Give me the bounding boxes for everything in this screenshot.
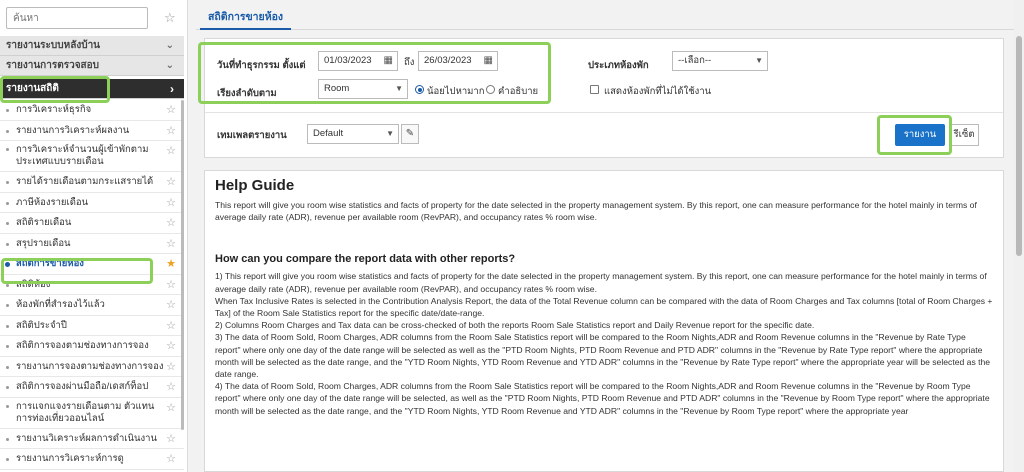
help-paragraph: When Tax Inclusive Rates is selected in … — [215, 295, 993, 319]
menu-item-label: สถิติการจองตามช่องทางการจอง — [16, 340, 149, 351]
tab-room-sale-statistics[interactable]: สถิติการขายห้อง — [200, 8, 292, 30]
star-icon[interactable]: ☆ — [166, 336, 176, 356]
star-icon[interactable]: ☆ — [166, 100, 176, 120]
highlight-box — [0, 76, 110, 103]
help-guide: Help Guide This report will give you roo… — [204, 170, 1004, 472]
star-icon[interactable]: ☆ — [166, 449, 176, 469]
menu-item-label: การวิเคราะห์จำนวนผู้เข้าพักตามประเทศแบบร… — [16, 144, 149, 167]
report-template-label: เทมเพลตรายงาน — [217, 130, 287, 141]
list-item[interactable]: ห้องพักที่สำรองไว้แล้ว ☆ — [0, 295, 184, 316]
list-item[interactable]: การวิเคราะห์ธุรกิจ ☆ — [0, 100, 184, 121]
report-template-select[interactable]: Default ▼ — [307, 124, 399, 144]
scrollbar-thumb[interactable] — [1016, 36, 1022, 256]
star-icon[interactable]: ☆ — [164, 10, 176, 26]
search-input[interactable] — [6, 7, 148, 29]
star-icon[interactable]: ☆ — [166, 357, 176, 377]
chevron-down-icon: ▼ — [386, 129, 394, 138]
list-item[interactable]: สรุปรายเดือน ☆ — [0, 234, 184, 254]
help-paragraph: 1) This report will give you room wise s… — [215, 271, 987, 294]
show-unused-rooms-checkbox[interactable] — [590, 85, 599, 94]
chevron-down-icon: ⌄ — [165, 60, 174, 71]
help-paragraph: 4) The data of Room Sold, Room Charges, … — [215, 381, 990, 416]
tab-bar: สถิติการขายห้อง — [196, 0, 1014, 30]
menu-item-label: รายงานการวิเคราะห์ผลงาน — [16, 124, 130, 136]
star-icon[interactable]: ☆ — [166, 275, 176, 295]
list-item[interactable]: การวิเคราะห์จำนวนผู้เข้าพักตามประเทศแบบร… — [0, 141, 184, 172]
star-icon[interactable]: ☆ — [166, 429, 176, 449]
star-icon[interactable]: ☆ — [166, 141, 176, 161]
divider — [205, 112, 1003, 113]
list-item[interactable]: สถิติประจำปี ☆ — [0, 316, 184, 336]
star-icon[interactable]: ☆ — [166, 234, 176, 254]
help-paragraph: 3) The data of Room Sold, Room Charges, … — [215, 332, 991, 380]
star-icon[interactable]: ☆ — [166, 213, 176, 233]
room-type-label: ประเภทห้องพัก — [588, 60, 649, 71]
list-item[interactable]: สถิติการจองผ่านมือถือ/เดสก์ท็อป ☆ — [0, 377, 184, 398]
group-backoffice-reports[interactable]: รายงานระบบหลังบ้าน ⌄ — [0, 36, 184, 56]
star-icon[interactable]: ☆ — [166, 295, 176, 315]
report-template-value: Default — [313, 128, 344, 139]
page-scrollbar[interactable] — [1014, 0, 1024, 472]
edit-icon[interactable]: ✎ — [401, 124, 419, 144]
highlight-box — [877, 115, 952, 155]
menu-item-label: รายงานการวิเคราะห์การดู — [16, 453, 124, 464]
menu-item-label: สถิติการจองผ่านมือถือ/เดสก์ท็อป — [16, 381, 149, 392]
star-icon[interactable]: ☆ — [166, 121, 176, 141]
menu-item-label: สถิติรายเดือน — [16, 217, 72, 228]
list-item[interactable]: รายได้รายเดือนตามกระแสรายได้ ☆ — [0, 172, 184, 193]
list-item[interactable]: รายงานการวิเคราะห์การดู ☆ — [0, 449, 184, 470]
list-item[interactable]: การแจกแจงรายเดือนตาม ตัวแทนการท่องเที่ยว… — [0, 398, 184, 429]
list-item[interactable]: ภาษีห้องรายเดือน ☆ — [0, 193, 184, 213]
sidebar-search-row: ☆ — [6, 7, 182, 29]
list-item[interactable]: รายงานวิเคราะห์ผลการดำเนินงาน ☆ — [0, 429, 184, 449]
menu-item-label: การแจกแจงรายเดือนตาม ตัวแทนการท่องเที่ยว… — [16, 400, 155, 424]
help-subtitle: How can you compare the report data with… — [215, 253, 516, 266]
group-label: รายงานการตรวจสอบ — [6, 60, 100, 71]
menu-item-label: รายงานการจองตามช่องทางการจอง — [16, 360, 164, 372]
star-icon[interactable]: ☆ — [166, 193, 176, 213]
star-icon[interactable]: ☆ — [166, 316, 176, 336]
menu-item-label: ห้องพักที่สำรองไว้แล้ว — [16, 299, 105, 310]
group-label: รายงานระบบหลังบ้าน — [6, 40, 101, 51]
list-item[interactable]: สถิติการจองตามช่องทางการจอง ☆ — [0, 336, 184, 357]
chevron-right-icon: › — [170, 82, 174, 96]
sidebar-scrollbar[interactable] — [181, 100, 184, 430]
list-item[interactable]: สถิติรายเดือน ☆ — [0, 213, 184, 234]
room-type-select[interactable]: --เลือก-- ▼ — [672, 51, 768, 71]
list-item[interactable]: รายงานการจองตามช่องทางการจอง ☆ — [0, 357, 184, 377]
star-icon[interactable]: ☆ — [166, 377, 176, 397]
group-audit-reports[interactable]: รายงานการตรวจสอบ ⌄ — [0, 56, 184, 76]
star-filled-icon[interactable]: ★ — [166, 254, 176, 274]
help-intro: This report will give you room wise stat… — [215, 200, 977, 223]
menu-item-label: การวิเคราะห์ธุรกิจ — [16, 104, 92, 115]
chevron-down-icon: ▼ — [755, 56, 763, 65]
show-unused-rooms-label: แสดงห้องพักที่ไม่ได้ใช้งาน — [604, 86, 712, 97]
menu-item-label: รายงานวิเคราะห์ผลการดำเนินงาน — [16, 432, 157, 444]
help-title: Help Guide — [215, 177, 295, 194]
star-icon[interactable]: ☆ — [166, 398, 176, 418]
list-item[interactable]: รายงานการวิเคราะห์ผลงาน ☆ — [0, 121, 184, 141]
statistics-menu: การวิเคราะห์ธุรกิจ ☆ รายงานการวิเคราะห์ผล… — [0, 100, 184, 470]
help-paragraph: 2) Columns Room Charges and Tax data can… — [215, 320, 815, 331]
reset-button[interactable]: รีเซ็ต — [949, 124, 979, 146]
menu-item-label: สรุปรายเดือน — [16, 237, 71, 249]
menu-item-label: ภาษีห้องรายเดือน — [16, 196, 89, 208]
star-icon[interactable]: ☆ — [166, 172, 176, 192]
sidebar: ☆ รายงานระบบหลังบ้าน ⌄ รายงานการตรวจสอบ … — [0, 0, 188, 472]
menu-item-label: รายได้รายเดือนตามกระแสรายได้ — [16, 176, 154, 187]
highlight-box — [1, 258, 153, 284]
menu-item-label: สถิติประจำปี — [16, 319, 67, 331]
chevron-down-icon: ⌄ — [165, 40, 174, 51]
room-type-value: --เลือก-- — [678, 55, 712, 66]
highlight-box — [198, 42, 551, 104]
